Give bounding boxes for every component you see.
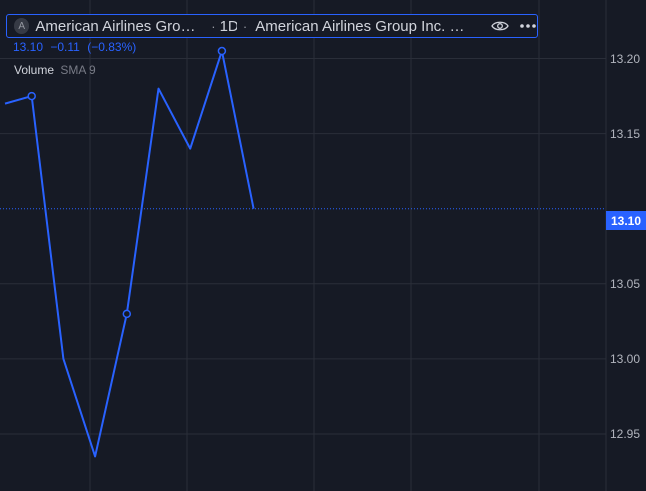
symbol-legend[interactable]: A American Airlines Group Inc. · 1D · Am… [6,14,538,38]
price-chart[interactable] [0,0,646,491]
legend-separator: · [211,18,216,34]
price-marker [217,46,227,56]
price-change: −0.11 [50,40,80,54]
symbol-long-title[interactable]: American Airlines Group Inc. Common Stoc… [255,18,471,35]
price-axis-tick-label: 13.15 [609,126,640,141]
more-icon[interactable] [519,19,537,33]
price-change-percent: (−0.83%) [87,40,137,54]
symbol-badge: A [14,18,30,34]
volume-indicator[interactable]: Volume SMA 9 [14,63,96,77]
price-readout: 13.10 −0.11 (−0.83%) [13,40,140,54]
price-axis-tick-label: 13.00 [609,351,640,366]
volume-label: Volume [14,63,55,77]
price-markers [27,46,227,319]
interval-label[interactable]: 1D [220,18,237,35]
price-series-line [4,50,255,458]
price-axis-tick-label: 12.95 [609,426,640,441]
price-marker [27,91,36,101]
price-axis-tick-label: 13.20 [609,51,640,66]
last-price-tag: 13.10 [606,211,646,230]
sma-label: SMA 9 [60,63,96,77]
price-marker [122,309,132,319]
eye-icon[interactable] [491,19,509,33]
price-axis-tick-label: 13.05 [609,276,640,291]
last-price-value: 13.10 [13,40,44,54]
symbol-short-title[interactable]: American Airlines Group Inc. [35,18,197,35]
legend-separator-2: · [242,18,248,34]
